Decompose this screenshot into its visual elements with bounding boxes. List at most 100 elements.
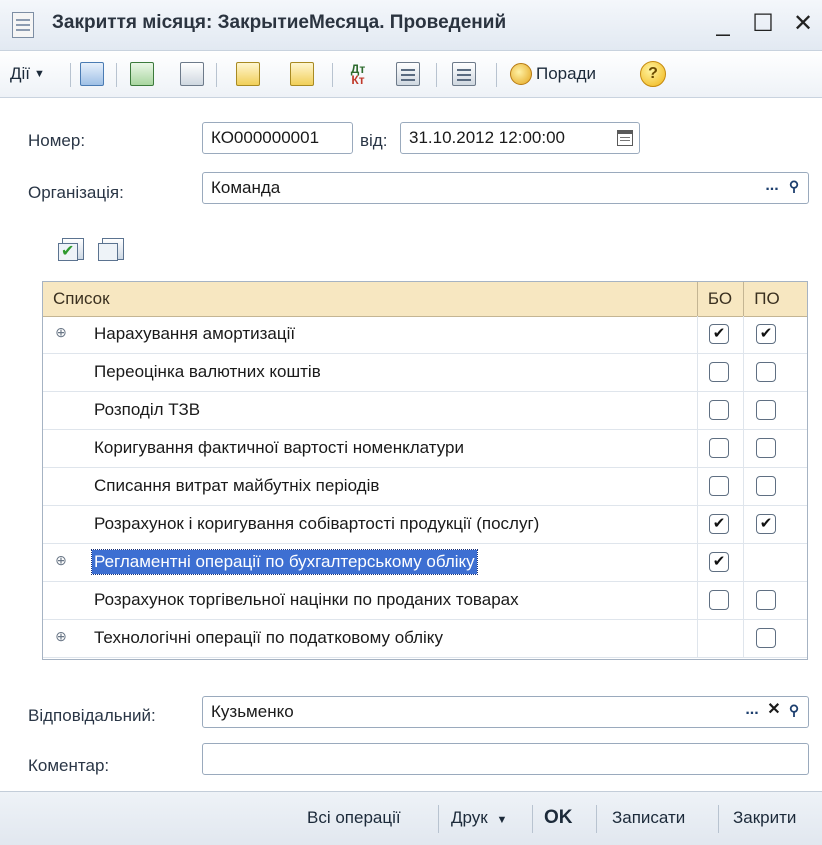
column-divider	[697, 392, 698, 429]
bo-checkbox[interactable]	[709, 362, 729, 382]
column-divider	[697, 468, 698, 505]
expand-icon[interactable]: ⊕	[53, 628, 69, 644]
column-divider	[697, 506, 698, 543]
operation-name: Розрахунок і коригування собівартості пр…	[94, 514, 540, 533]
column-divider	[743, 468, 744, 505]
import-button[interactable]	[290, 60, 314, 88]
po-checkbox[interactable]	[756, 362, 776, 382]
column-divider	[743, 582, 744, 619]
help-icon: ?	[640, 61, 666, 87]
number-field[interactable]: КО000000001	[202, 122, 353, 154]
column-divider	[697, 354, 698, 391]
comment-field[interactable]	[202, 743, 809, 775]
footer-separator	[718, 805, 719, 833]
copy-icon	[180, 62, 204, 86]
column-header-list[interactable]: Список	[53, 282, 110, 316]
responsible-value: Кузьменко	[211, 702, 294, 721]
table-header: Список БО ПО	[43, 282, 807, 317]
operation-name: Розподіл ТЗВ	[94, 400, 201, 419]
po-checkbox[interactable]	[756, 628, 776, 648]
date-field[interactable]: 31.10.2012 12:00:00	[400, 122, 640, 154]
table-row[interactable]: Переоцінка валютних коштів	[43, 354, 807, 392]
report-button[interactable]	[396, 60, 420, 88]
column-divider	[743, 316, 744, 353]
footer-separator	[438, 805, 439, 833]
tips-button[interactable]: Поради	[510, 60, 596, 88]
responsible-search-icon[interactable]: ⚲	[784, 697, 804, 727]
bo-checkbox[interactable]: ✔	[709, 552, 729, 572]
po-checkbox[interactable]: ✔	[756, 514, 776, 534]
title-bar: Закриття місяця: ЗакрытиеМесяца. Проведе…	[0, 0, 822, 51]
uncheck-all-icon[interactable]	[98, 238, 124, 261]
bo-checkbox[interactable]	[709, 438, 729, 458]
maximize-button[interactable]: ☐	[748, 8, 778, 40]
bo-checkbox[interactable]	[709, 590, 729, 610]
footer-bar: Всі операції Друк ▼ OK Записати Закрити	[0, 791, 822, 845]
ok-button[interactable]: OK	[544, 805, 573, 831]
column-divider	[743, 430, 744, 467]
table-row[interactable]: Розрахунок і коригування собівартості пр…	[43, 506, 807, 544]
table-row[interactable]: ⊕ Регламентні операції по бухгалтерському…	[43, 544, 807, 582]
bo-checkbox[interactable]	[709, 476, 729, 496]
refresh-icon	[130, 62, 154, 86]
column-divider	[697, 620, 698, 657]
responsible-clear-button[interactable]: ✕	[764, 697, 784, 727]
column-divider	[743, 392, 744, 429]
post-and-close-button[interactable]	[80, 60, 104, 88]
table-row[interactable]: Розрахунок торгівельної націнки по прода…	[43, 582, 807, 620]
organization-select-button[interactable]: ...	[762, 173, 782, 203]
toolbar-separator	[70, 63, 71, 87]
po-checkbox[interactable]	[756, 590, 776, 610]
bo-checkbox[interactable]: ✔	[709, 514, 729, 534]
toolbar-separator	[436, 63, 437, 87]
table-row[interactable]: ⊕ Технологічні операції по податковому об…	[43, 620, 807, 658]
structure-button[interactable]	[452, 60, 476, 88]
column-divider	[697, 430, 698, 467]
operation-name: Регламентні операції по бухгалтерському …	[91, 549, 478, 575]
column-divider	[743, 620, 744, 657]
calendar-icon[interactable]	[617, 130, 633, 146]
print-menu-button[interactable]: Друк ▼	[451, 805, 507, 831]
expand-icon[interactable]: ⊕	[53, 552, 69, 568]
po-checkbox[interactable]: ✔	[756, 324, 776, 344]
organization-field[interactable]: Команда ... ⚲	[202, 172, 809, 204]
toolbar-separator	[216, 63, 217, 87]
actions-menu-button[interactable]: Дії ▼	[10, 60, 45, 88]
column-header-bo[interactable]: БО	[697, 282, 743, 316]
responsible-select-button[interactable]: ...	[742, 697, 762, 727]
check-all-icon[interactable]	[58, 238, 84, 261]
responsible-label: Відповідальний:	[28, 706, 156, 725]
po-checkbox[interactable]	[756, 476, 776, 496]
toolbar-separator	[116, 63, 117, 87]
organization-search-icon[interactable]: ⚲	[784, 173, 804, 203]
minimize-button[interactable]: _	[708, 8, 738, 40]
refresh-button[interactable]	[130, 60, 154, 88]
table-row[interactable]: ⊕ Нарахування амортизації ✔ ✔	[43, 316, 807, 354]
all-operations-button[interactable]: Всі операції	[307, 805, 401, 831]
copy-button[interactable]	[180, 60, 204, 88]
close-window-button[interactable]: ✕	[788, 8, 818, 40]
po-checkbox[interactable]	[756, 438, 776, 458]
table-row[interactable]: Коригування фактичної вартості номенклат…	[43, 430, 807, 468]
operation-name: Коригування фактичної вартості номенклат…	[94, 438, 464, 457]
bo-checkbox[interactable]: ✔	[709, 324, 729, 344]
help-button[interactable]: ?	[640, 60, 666, 88]
column-header-po[interactable]: ПО	[743, 282, 791, 316]
window-controls: _ ☐ ✕	[708, 8, 818, 40]
table-row[interactable]: Розподіл ТЗВ	[43, 392, 807, 430]
bo-checkbox[interactable]	[709, 400, 729, 420]
toolbar: Дії ▼ Дт Кт Поради ?	[0, 51, 822, 98]
save-button[interactable]: Записати	[612, 805, 685, 831]
table-row[interactable]: Списання витрат майбутніх періодів	[43, 468, 807, 506]
number-label: Номер:	[28, 131, 86, 150]
document-icon	[12, 12, 34, 38]
close-button[interactable]: Закрити	[733, 805, 796, 831]
po-checkbox[interactable]	[756, 400, 776, 420]
export-icon	[236, 62, 260, 86]
export-button[interactable]	[236, 60, 260, 88]
expand-icon[interactable]: ⊕	[53, 324, 69, 340]
dt-kt-button[interactable]: Дт Кт	[346, 60, 370, 88]
responsible-field[interactable]: Кузьменко ... ✕ ⚲	[202, 696, 809, 728]
operation-name: Розрахунок торгівельної націнки по прода…	[94, 590, 519, 609]
tips-label: Поради	[536, 64, 596, 83]
